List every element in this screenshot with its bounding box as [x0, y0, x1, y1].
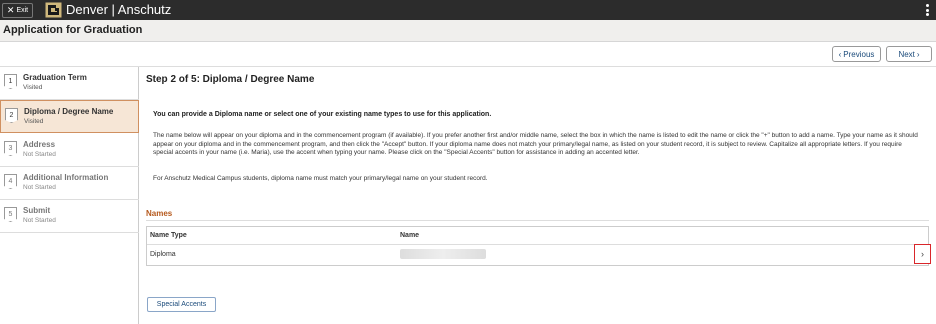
- names-section-heading: Names: [146, 209, 173, 218]
- top-bar: ✕ Exit Denver | Anschutz: [0, 0, 936, 20]
- step-submit[interactable]: 5 Submit Not Started: [0, 200, 139, 233]
- step-sidebar: 1 Graduation Term Visited 2 Diploma / De…: [0, 67, 139, 324]
- step-number-badge: 1: [4, 74, 17, 89]
- main-content: Step 2 of 5: Diploma / Degree Name You c…: [139, 67, 936, 324]
- cell-name-redacted[interactable]: [400, 249, 486, 259]
- anschutz-note: For Anschutz Medical Campus students, di…: [153, 175, 488, 182]
- step-diploma-degree-name[interactable]: 2 Diploma / Degree Name Visited: [0, 100, 139, 133]
- chevron-right-icon: ›: [921, 249, 924, 259]
- instructions-text: The name below will appear on your diplo…: [153, 132, 918, 156]
- next-button[interactable]: Next ›: [886, 46, 932, 62]
- step-status: Visited: [24, 118, 44, 125]
- step-number-badge: 4: [4, 174, 17, 189]
- divider: [147, 244, 928, 245]
- cu-logo-icon: [45, 2, 62, 18]
- names-table: Name Type Name Diploma ›: [146, 226, 931, 266]
- step-status: Not Started: [23, 151, 56, 158]
- next-label: Next: [898, 49, 915, 59]
- row-detail-button[interactable]: ›: [914, 244, 931, 264]
- intro-text: You can provide a Diploma name or select…: [153, 111, 492, 118]
- step-heading: Step 2 of 5: Diploma / Degree Name: [146, 74, 315, 85]
- previous-button[interactable]: ‹ Previous: [832, 46, 881, 62]
- column-header-name: Name: [400, 232, 420, 239]
- brand-name: Denver | Anschutz: [66, 2, 172, 17]
- step-status: Not Started: [23, 184, 56, 191]
- exit-label: Exit: [16, 7, 29, 14]
- step-name: Submit: [23, 206, 51, 215]
- step-name: Additional Information: [23, 173, 109, 182]
- chevron-left-icon: ‹: [838, 49, 842, 59]
- step-additional-information[interactable]: 4 Additional Information Not Started: [0, 167, 139, 200]
- step-status: Not Started: [23, 217, 56, 224]
- column-header-name-type: Name Type: [150, 232, 187, 239]
- previous-label: Previous: [843, 49, 875, 59]
- step-name: Address: [23, 140, 56, 149]
- page-title: Application for Graduation: [3, 24, 143, 36]
- kebab-menu-icon[interactable]: [926, 4, 929, 16]
- special-accents-button[interactable]: Special Accents: [147, 297, 216, 312]
- divider: [146, 220, 929, 221]
- cell-name-type[interactable]: Diploma: [150, 251, 176, 258]
- step-address[interactable]: 3 Address Not Started: [0, 134, 139, 167]
- step-name: Graduation Term: [23, 73, 87, 82]
- step-number-badge: 3: [4, 141, 17, 156]
- step-number-badge: 5: [4, 207, 17, 222]
- close-icon: ✕: [6, 5, 15, 15]
- step-status: Visited: [23, 84, 43, 91]
- step-graduation-term[interactable]: 1 Graduation Term Visited: [0, 67, 139, 100]
- exit-button[interactable]: ✕ Exit: [2, 3, 33, 18]
- step-number-badge: 2: [5, 108, 18, 123]
- title-bar: Application for Graduation: [0, 20, 936, 42]
- step-name: Diploma / Degree Name: [24, 107, 114, 116]
- chevron-right-icon: ›: [916, 49, 920, 59]
